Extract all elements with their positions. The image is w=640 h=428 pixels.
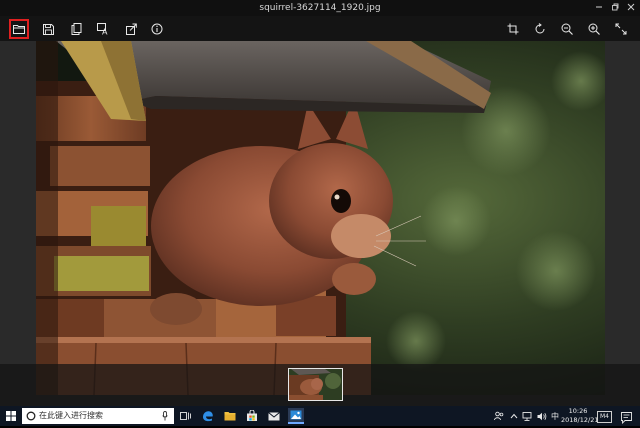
photos-app-window: squirrel-3627114_1920.jpg A bbox=[0, 0, 640, 406]
mail-button[interactable] bbox=[266, 408, 282, 424]
crop-icon bbox=[507, 23, 519, 35]
taskbar-search-box[interactable]: 在此键入进行搜索 bbox=[22, 408, 174, 424]
close-button[interactable] bbox=[624, 0, 638, 14]
clock-time: 10:26 bbox=[568, 407, 588, 415]
text-recognition-icon: A bbox=[96, 23, 108, 36]
zoom-in-button[interactable] bbox=[584, 19, 604, 39]
system-clock[interactable]: 10:26 2018/12/21 bbox=[561, 407, 599, 425]
text-recognition-button[interactable]: A bbox=[93, 19, 113, 39]
network-glyph-icon bbox=[522, 411, 532, 421]
squirrel-photo bbox=[36, 41, 605, 395]
task-view-icon bbox=[180, 412, 191, 420]
minimize-icon bbox=[596, 6, 602, 8]
network-icon[interactable] bbox=[522, 410, 532, 422]
info-button[interactable] bbox=[147, 19, 167, 39]
store-button[interactable] bbox=[244, 408, 260, 424]
close-icon bbox=[627, 3, 635, 11]
clock-date: 2018/12/21 bbox=[561, 416, 599, 424]
copy-icon bbox=[71, 23, 81, 35]
photos-button[interactable] bbox=[288, 408, 304, 424]
file-explorer-icon bbox=[224, 412, 236, 421]
microphone-icon[interactable] bbox=[162, 411, 168, 421]
share-icon bbox=[125, 23, 137, 35]
fullscreen-icon bbox=[615, 23, 627, 35]
save-icon bbox=[42, 23, 54, 35]
store-icon bbox=[247, 410, 257, 421]
zoom-in-icon bbox=[588, 23, 600, 35]
chevron-up-icon bbox=[510, 413, 518, 419]
rotate-icon bbox=[535, 23, 545, 34]
filmstrip bbox=[0, 364, 640, 406]
title-bar: squirrel-3627114_1920.jpg bbox=[0, 0, 640, 16]
open-file-button[interactable] bbox=[9, 19, 29, 39]
svg-text:A: A bbox=[102, 28, 108, 36]
image-viewer[interactable] bbox=[0, 41, 640, 406]
mail-icon bbox=[268, 411, 280, 420]
photos-icon bbox=[290, 410, 302, 420]
taskbar: 在此键入进行搜索 中 10:26 2018/12/21 M4 bbox=[0, 406, 640, 426]
fullscreen-button[interactable] bbox=[611, 19, 631, 39]
cortana-circle-icon bbox=[26, 411, 36, 421]
windows-logo-icon bbox=[6, 411, 16, 421]
info-icon bbox=[151, 23, 163, 35]
people-icon[interactable] bbox=[494, 410, 504, 422]
restore-button[interactable] bbox=[608, 0, 622, 14]
volume-icon[interactable] bbox=[537, 410, 547, 422]
photo-display[interactable] bbox=[36, 41, 605, 395]
edge-icon bbox=[203, 411, 213, 422]
restore-icon bbox=[612, 3, 619, 11]
task-view-button[interactable] bbox=[178, 408, 194, 424]
folder-open-icon bbox=[13, 25, 25, 34]
tray-app-badge[interactable]: M4 bbox=[597, 411, 612, 423]
share-button[interactable] bbox=[121, 19, 141, 39]
crop-button[interactable] bbox=[503, 19, 523, 39]
start-button[interactable] bbox=[4, 408, 18, 424]
notification-icon bbox=[621, 412, 632, 425]
toolbar: A bbox=[0, 16, 640, 41]
window-title: squirrel-3627114_1920.jpg bbox=[259, 3, 381, 13]
people-glyph-icon bbox=[494, 411, 504, 421]
speaker-icon bbox=[537, 412, 547, 420]
edge-button[interactable] bbox=[200, 408, 216, 424]
filmstrip-thumbnail-selected[interactable] bbox=[288, 368, 343, 401]
zoom-out-icon bbox=[561, 23, 573, 35]
thumbnail-image bbox=[289, 369, 342, 400]
save-button[interactable] bbox=[38, 19, 58, 39]
file-explorer-button[interactable] bbox=[222, 408, 238, 424]
show-hidden-icons[interactable] bbox=[510, 410, 518, 422]
action-center-button[interactable] bbox=[621, 409, 632, 428]
copy-button[interactable] bbox=[66, 19, 86, 39]
ime-indicator[interactable]: 中 bbox=[551, 410, 559, 422]
minimize-button[interactable] bbox=[592, 0, 606, 14]
search-placeholder: 在此键入进行搜索 bbox=[39, 411, 103, 420]
zoom-out-button[interactable] bbox=[557, 19, 577, 39]
rotate-button[interactable] bbox=[530, 19, 550, 39]
